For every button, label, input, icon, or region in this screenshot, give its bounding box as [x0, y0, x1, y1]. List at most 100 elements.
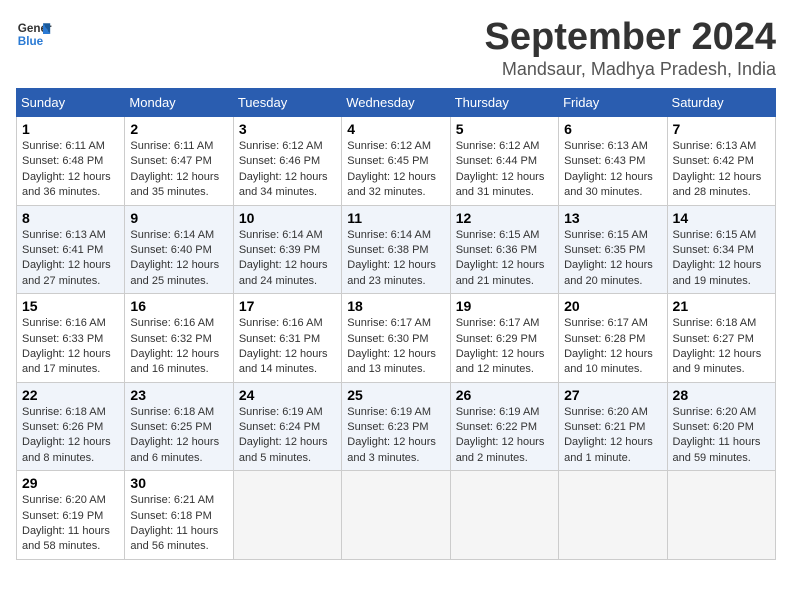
cell-info: Sunrise: 6:15 AMSunset: 6:36 PMDaylight:…: [456, 229, 545, 287]
svg-text:Blue: Blue: [18, 35, 44, 48]
calendar-cell: 22 Sunrise: 6:18 AMSunset: 6:26 PMDaylig…: [17, 382, 125, 471]
logo: General Blue: [16, 16, 52, 52]
day-number: 26: [456, 387, 553, 403]
cell-info: Sunrise: 6:20 AMSunset: 6:21 PMDaylight:…: [564, 406, 653, 464]
cell-info: Sunrise: 6:18 AMSunset: 6:26 PMDaylight:…: [22, 406, 111, 464]
cell-info: Sunrise: 6:18 AMSunset: 6:25 PMDaylight:…: [130, 406, 219, 464]
calendar-cell: 11 Sunrise: 6:14 AMSunset: 6:38 PMDaylig…: [342, 205, 450, 294]
calendar-week-row: 8 Sunrise: 6:13 AMSunset: 6:41 PMDayligh…: [17, 205, 776, 294]
cell-info: Sunrise: 6:14 AMSunset: 6:39 PMDaylight:…: [239, 229, 328, 287]
day-number: 15: [22, 298, 119, 314]
calendar-cell: [233, 471, 341, 560]
cell-info: Sunrise: 6:17 AMSunset: 6:29 PMDaylight:…: [456, 317, 545, 375]
day-number: 3: [239, 121, 336, 137]
day-number: 28: [673, 387, 770, 403]
weekday-header-cell: Wednesday: [342, 89, 450, 117]
day-number: 4: [347, 121, 444, 137]
day-number: 27: [564, 387, 661, 403]
calendar-cell: [450, 471, 558, 560]
day-number: 30: [130, 475, 227, 491]
calendar-cell: 18 Sunrise: 6:17 AMSunset: 6:30 PMDaylig…: [342, 294, 450, 383]
cell-info: Sunrise: 6:21 AMSunset: 6:18 PMDaylight:…: [130, 494, 218, 552]
cell-info: Sunrise: 6:14 AMSunset: 6:40 PMDaylight:…: [130, 229, 219, 287]
cell-info: Sunrise: 6:18 AMSunset: 6:27 PMDaylight:…: [673, 317, 762, 375]
calendar-cell: 8 Sunrise: 6:13 AMSunset: 6:41 PMDayligh…: [17, 205, 125, 294]
calendar-cell: 9 Sunrise: 6:14 AMSunset: 6:40 PMDayligh…: [125, 205, 233, 294]
cell-info: Sunrise: 6:13 AMSunset: 6:43 PMDaylight:…: [564, 140, 653, 198]
day-number: 20: [564, 298, 661, 314]
cell-info: Sunrise: 6:19 AMSunset: 6:22 PMDaylight:…: [456, 406, 545, 464]
cell-info: Sunrise: 6:15 AMSunset: 6:34 PMDaylight:…: [673, 229, 762, 287]
day-number: 16: [130, 298, 227, 314]
cell-info: Sunrise: 6:16 AMSunset: 6:32 PMDaylight:…: [130, 317, 219, 375]
day-number: 7: [673, 121, 770, 137]
weekday-header-cell: Sunday: [17, 89, 125, 117]
day-number: 14: [673, 210, 770, 226]
calendar-cell: 19 Sunrise: 6:17 AMSunset: 6:29 PMDaylig…: [450, 294, 558, 383]
cell-info: Sunrise: 6:13 AMSunset: 6:42 PMDaylight:…: [673, 140, 762, 198]
logo-icon: General Blue: [16, 16, 52, 52]
calendar-cell: 24 Sunrise: 6:19 AMSunset: 6:24 PMDaylig…: [233, 382, 341, 471]
cell-info: Sunrise: 6:11 AMSunset: 6:48 PMDaylight:…: [22, 140, 111, 198]
cell-info: Sunrise: 6:12 AMSunset: 6:45 PMDaylight:…: [347, 140, 436, 198]
day-number: 19: [456, 298, 553, 314]
weekday-header-cell: Monday: [125, 89, 233, 117]
day-number: 22: [22, 387, 119, 403]
cell-info: Sunrise: 6:17 AMSunset: 6:28 PMDaylight:…: [564, 317, 653, 375]
cell-info: Sunrise: 6:20 AMSunset: 6:20 PMDaylight:…: [673, 406, 761, 464]
calendar-week-row: 29 Sunrise: 6:20 AMSunset: 6:19 PMDaylig…: [17, 471, 776, 560]
cell-info: Sunrise: 6:19 AMSunset: 6:24 PMDaylight:…: [239, 406, 328, 464]
day-number: 9: [130, 210, 227, 226]
cell-info: Sunrise: 6:20 AMSunset: 6:19 PMDaylight:…: [22, 494, 110, 552]
calendar-cell: 4 Sunrise: 6:12 AMSunset: 6:45 PMDayligh…: [342, 117, 450, 206]
cell-info: Sunrise: 6:14 AMSunset: 6:38 PMDaylight:…: [347, 229, 436, 287]
calendar-cell: 26 Sunrise: 6:19 AMSunset: 6:22 PMDaylig…: [450, 382, 558, 471]
cell-info: Sunrise: 6:15 AMSunset: 6:35 PMDaylight:…: [564, 229, 653, 287]
day-number: 24: [239, 387, 336, 403]
cell-info: Sunrise: 6:17 AMSunset: 6:30 PMDaylight:…: [347, 317, 436, 375]
day-number: 17: [239, 298, 336, 314]
calendar-cell: 27 Sunrise: 6:20 AMSunset: 6:21 PMDaylig…: [559, 382, 667, 471]
calendar-cell: 2 Sunrise: 6:11 AMSunset: 6:47 PMDayligh…: [125, 117, 233, 206]
day-number: 6: [564, 121, 661, 137]
calendar-cell: 21 Sunrise: 6:18 AMSunset: 6:27 PMDaylig…: [667, 294, 775, 383]
calendar-cell: 7 Sunrise: 6:13 AMSunset: 6:42 PMDayligh…: [667, 117, 775, 206]
day-number: 21: [673, 298, 770, 314]
calendar-week-row: 15 Sunrise: 6:16 AMSunset: 6:33 PMDaylig…: [17, 294, 776, 383]
day-number: 25: [347, 387, 444, 403]
weekday-header: SundayMondayTuesdayWednesdayThursdayFrid…: [17, 89, 776, 117]
calendar-cell: 14 Sunrise: 6:15 AMSunset: 6:34 PMDaylig…: [667, 205, 775, 294]
weekday-header-cell: Friday: [559, 89, 667, 117]
day-number: 18: [347, 298, 444, 314]
calendar-cell: 23 Sunrise: 6:18 AMSunset: 6:25 PMDaylig…: [125, 382, 233, 471]
calendar-cell: [559, 471, 667, 560]
weekday-header-cell: Thursday: [450, 89, 558, 117]
day-number: 10: [239, 210, 336, 226]
calendar-cell: 30 Sunrise: 6:21 AMSunset: 6:18 PMDaylig…: [125, 471, 233, 560]
calendar-cell: 25 Sunrise: 6:19 AMSunset: 6:23 PMDaylig…: [342, 382, 450, 471]
cell-info: Sunrise: 6:12 AMSunset: 6:44 PMDaylight:…: [456, 140, 545, 198]
day-number: 11: [347, 210, 444, 226]
calendar-cell: 12 Sunrise: 6:15 AMSunset: 6:36 PMDaylig…: [450, 205, 558, 294]
day-number: 13: [564, 210, 661, 226]
calendar-week-row: 1 Sunrise: 6:11 AMSunset: 6:48 PMDayligh…: [17, 117, 776, 206]
cell-info: Sunrise: 6:16 AMSunset: 6:33 PMDaylight:…: [22, 317, 111, 375]
calendar-cell: 6 Sunrise: 6:13 AMSunset: 6:43 PMDayligh…: [559, 117, 667, 206]
month-title: September 2024: [485, 16, 777, 59]
cell-info: Sunrise: 6:12 AMSunset: 6:46 PMDaylight:…: [239, 140, 328, 198]
header: General Blue September 2024 Mandsaur, Ma…: [16, 16, 776, 80]
calendar-cell: [667, 471, 775, 560]
cell-info: Sunrise: 6:16 AMSunset: 6:31 PMDaylight:…: [239, 317, 328, 375]
calendar-cell: 3 Sunrise: 6:12 AMSunset: 6:46 PMDayligh…: [233, 117, 341, 206]
day-number: 23: [130, 387, 227, 403]
title-area: September 2024 Mandsaur, Madhya Pradesh,…: [485, 16, 777, 80]
calendar-table: SundayMondayTuesdayWednesdayThursdayFrid…: [16, 88, 776, 560]
day-number: 12: [456, 210, 553, 226]
day-number: 5: [456, 121, 553, 137]
day-number: 29: [22, 475, 119, 491]
calendar-cell: 1 Sunrise: 6:11 AMSunset: 6:48 PMDayligh…: [17, 117, 125, 206]
calendar-cell: 10 Sunrise: 6:14 AMSunset: 6:39 PMDaylig…: [233, 205, 341, 294]
calendar-cell: 16 Sunrise: 6:16 AMSunset: 6:32 PMDaylig…: [125, 294, 233, 383]
calendar-cell: 20 Sunrise: 6:17 AMSunset: 6:28 PMDaylig…: [559, 294, 667, 383]
location-title: Mandsaur, Madhya Pradesh, India: [485, 59, 777, 80]
